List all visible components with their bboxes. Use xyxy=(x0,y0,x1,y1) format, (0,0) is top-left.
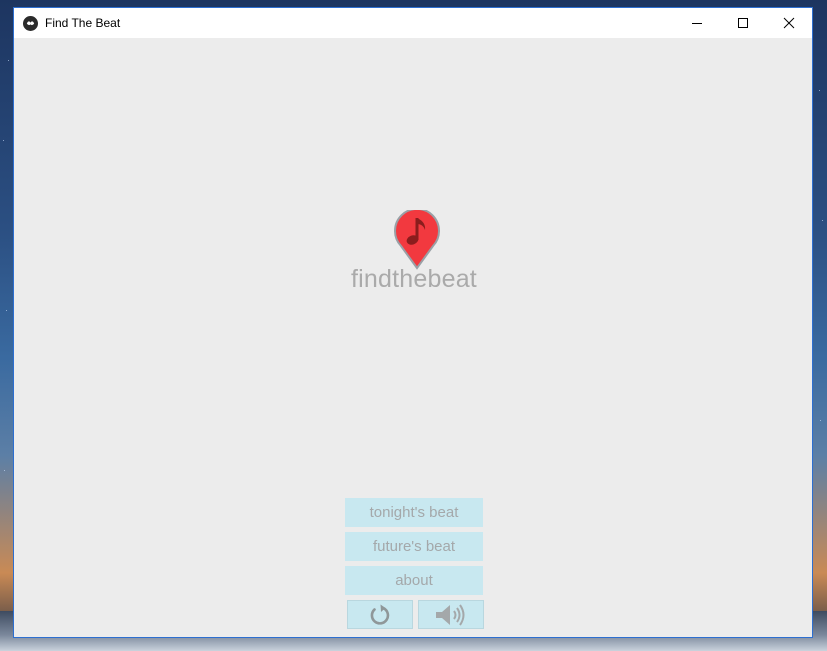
title-bar[interactable]: Find The Beat xyxy=(14,8,812,38)
refresh-icon xyxy=(370,604,390,625)
close-button[interactable] xyxy=(766,8,812,38)
app-logo-text: findthebeat xyxy=(351,265,477,293)
tonights-beat-button[interactable]: tonight's beat xyxy=(345,498,483,527)
maximize-button[interactable] xyxy=(720,8,766,38)
app-logo-icon xyxy=(23,15,38,31)
main-content: findthebeat tonight's beat future's beat… xyxy=(14,38,812,637)
maximize-icon xyxy=(738,18,748,28)
minimize-button[interactable] xyxy=(674,8,720,38)
app-window: Find The Beat findthebeat tonight's beat… xyxy=(13,7,813,638)
speaker-icon xyxy=(436,603,465,626)
about-button[interactable]: about xyxy=(345,566,483,595)
minimize-icon xyxy=(692,23,702,24)
map-pin-note-icon xyxy=(394,210,440,270)
window-controls xyxy=(674,8,812,38)
close-icon xyxy=(783,17,795,29)
futures-beat-button[interactable]: future's beat xyxy=(345,532,483,561)
sound-button[interactable] xyxy=(418,600,484,629)
window-title: Find The Beat xyxy=(45,16,121,30)
refresh-button[interactable] xyxy=(347,600,413,629)
